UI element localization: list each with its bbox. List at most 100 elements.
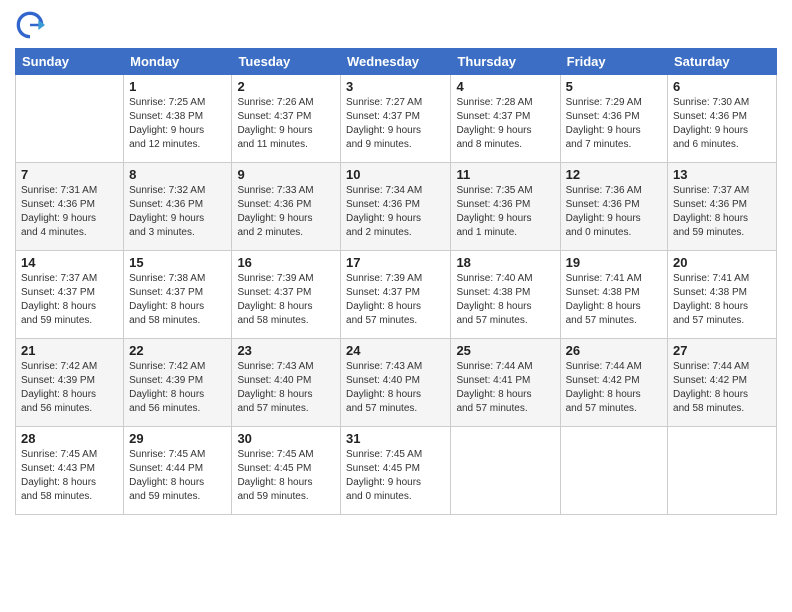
header [15,10,777,40]
col-header-thursday: Thursday [451,49,560,75]
calendar-cell [560,427,667,515]
calendar-cell: 13Sunrise: 7:37 AMSunset: 4:36 PMDayligh… [668,163,777,251]
calendar-cell: 18Sunrise: 7:40 AMSunset: 4:38 PMDayligh… [451,251,560,339]
day-number: 16 [237,255,335,270]
day-number: 22 [129,343,226,358]
day-number: 12 [566,167,662,182]
day-info: Sunrise: 7:39 AMSunset: 4:37 PMDaylight:… [237,272,335,328]
calendar-table: SundayMondayTuesdayWednesdayThursdayFrid… [15,48,777,515]
calendar-cell: 10 Sunrise: 7:34 AMSunset: 4:36 PMDayligh… [341,163,451,251]
calendar-week-row: 7Sunrise: 7:31 AMSunset: 4:36 PMDaylight… [16,163,777,251]
day-number: 30 [237,431,335,446]
day-number: 23 [237,343,335,358]
day-number: 13 [673,167,771,182]
calendar-cell: 6Sunrise: 7:30 AMSunset: 4:36 PMDaylight… [668,75,777,163]
logo [15,10,49,40]
calendar-cell [16,75,124,163]
calendar-cell: 3 Sunrise: 7:27 AMSunset: 4:37 PMDaylight… [341,75,451,163]
day-number: 19 [566,255,662,270]
calendar-cell: 30Sunrise: 7:45 AMSunset: 4:45 PMDayligh… [232,427,341,515]
day-info: Sunrise: 7:35 AMSunset: 4:36 PMDaylight:… [456,184,554,240]
day-info: Sunrise: 7:42 AMSunset: 4:39 PMDaylight:… [129,360,226,416]
day-number: 18 [456,255,554,270]
day-number: 1 [129,79,226,94]
page-container: SundayMondayTuesdayWednesdayThursdayFrid… [0,0,792,612]
calendar-cell: 15 Sunrise: 7:38 AMSunset: 4:37 PMDayligh… [124,251,232,339]
calendar-week-row: 14 Sunrise: 7:37 AMSunset: 4:37 PMDayligh… [16,251,777,339]
col-header-tuesday: Tuesday [232,49,341,75]
calendar-cell: 4 Sunrise: 7:28 AMSunset: 4:37 PMDaylight… [451,75,560,163]
day-info: Sunrise: 7:38 AMSunset: 4:37 PMDaylight:… [129,272,226,328]
day-info: Sunrise: 7:28 AMSunset: 4:37 PMDaylight:… [456,96,554,152]
calendar-cell: 29 Sunrise: 7:45 AMSunset: 4:44 PMDayligh… [124,427,232,515]
calendar-cell: 16 Sunrise: 7:39 AMSunset: 4:37 PMDayligh… [232,251,341,339]
calendar-cell: 21Sunrise: 7:42 AMSunset: 4:39 PMDayligh… [16,339,124,427]
day-number: 8 [129,167,226,182]
calendar-cell: 8 Sunrise: 7:32 AMSunset: 4:36 PMDaylight… [124,163,232,251]
day-info: Sunrise: 7:32 AMSunset: 4:36 PMDaylight:… [129,184,226,240]
calendar-cell: 27 Sunrise: 7:44 AMSunset: 4:42 PMDayligh… [668,339,777,427]
calendar-header-row: SundayMondayTuesdayWednesdayThursdayFrid… [16,49,777,75]
calendar-week-row: 21 Sunrise: 7:42 AMSunset: 4:39 PMDayligh… [16,339,777,427]
calendar-week-row: 1 Sunrise: 7:25 AMSunset: 4:38 PMDaylight… [16,75,777,163]
day-info: Sunrise: 7:41 AMSunset: 4:38 PMDaylight:… [566,272,662,328]
calendar-cell: 19 Sunrise: 7:41 AMSunset: 4:38 PMDayligh… [560,251,667,339]
day-info: Sunrise: 7:34 AMSunset: 4:36 PMDaylight:… [346,184,445,240]
day-number: 25 [456,343,554,358]
day-number: 15 [129,255,226,270]
calendar-cell: 24 Sunrise: 7:43 AMSunset: 4:40 PMDayligh… [341,339,451,427]
day-info: Sunrise: 7:33 AMSunset: 4:36 PMDaylight:… [237,184,335,240]
day-number: 5 [566,79,662,94]
day-number: 26 [566,343,662,358]
day-info: Sunrise: 7:45 AMSunset: 4:44 PMDaylight:… [129,448,226,504]
calendar-cell: 5 Sunrise: 7:29 AMSunset: 4:36 PMDaylight… [560,75,667,163]
calendar-cell: 31 Sunrise: 7:45 AMSunset: 4:45 PMDayligh… [341,427,451,515]
calendar-cell: 23 Sunrise: 7:43 AMSunset: 4:40 PMDayligh… [232,339,341,427]
day-number: 3 [346,79,445,94]
calendar-cell [451,427,560,515]
day-info: Sunrise: 7:29 AMSunset: 4:36 PMDaylight:… [566,96,662,152]
calendar-cell [668,427,777,515]
day-number: 6 [673,79,771,94]
calendar-cell: 28 Sunrise: 7:45 AMSunset: 4:43 PMDayligh… [16,427,124,515]
day-info: Sunrise: 7:44 AMSunset: 4:42 PMDaylight:… [566,360,662,416]
calendar-week-row: 28 Sunrise: 7:45 AMSunset: 4:43 PMDayligh… [16,427,777,515]
day-number: 7 [21,167,118,182]
day-number: 4 [456,79,554,94]
day-number: 10 [346,167,445,182]
day-info: Sunrise: 7:27 AMSunset: 4:37 PMDaylight:… [346,96,445,152]
logo-icon [15,10,45,40]
col-header-monday: Monday [124,49,232,75]
day-info: Sunrise: 7:44 AMSunset: 4:41 PMDaylight:… [456,360,554,416]
calendar-cell: 22 Sunrise: 7:42 AMSunset: 4:39 PMDayligh… [124,339,232,427]
day-number: 24 [346,343,445,358]
calendar-cell: 2 Sunrise: 7:26 AMSunset: 4:37 PMDaylight… [232,75,341,163]
calendar-cell: 9 Sunrise: 7:33 AMSunset: 4:36 PMDaylight… [232,163,341,251]
day-info: Sunrise: 7:36 AMSunset: 4:36 PMDaylight:… [566,184,662,240]
day-info: Sunrise: 7:45 AMSunset: 4:45 PMDaylight:… [346,448,445,504]
day-number: 29 [129,431,226,446]
day-info: Sunrise: 7:25 AMSunset: 4:38 PMDaylight:… [129,96,226,152]
calendar-cell: 25 Sunrise: 7:44 AMSunset: 4:41 PMDayligh… [451,339,560,427]
day-info: Sunrise: 7:37 AMSunset: 4:37 PMDaylight:… [21,272,118,328]
day-number: 14 [21,255,118,270]
calendar-cell: 14 Sunrise: 7:37 AMSunset: 4:37 PMDayligh… [16,251,124,339]
calendar-cell: 11Sunrise: 7:35 AMSunset: 4:36 PMDayligh… [451,163,560,251]
day-info: Sunrise: 7:41 AMSunset: 4:38 PMDaylight:… [673,272,771,328]
day-number: 2 [237,79,335,94]
day-info: Sunrise: 7:43 AMSunset: 4:40 PMDaylight:… [346,360,445,416]
day-info: Sunrise: 7:44 AMSunset: 4:42 PMDaylight:… [673,360,771,416]
calendar-cell: 12 Sunrise: 7:36 AMSunset: 4:36 PMDayligh… [560,163,667,251]
calendar-cell: 7Sunrise: 7:31 AMSunset: 4:36 PMDaylight… [16,163,124,251]
col-header-wednesday: Wednesday [341,49,451,75]
day-info: Sunrise: 7:45 AMSunset: 4:43 PMDaylight:… [21,448,118,504]
day-info: Sunrise: 7:39 AMSunset: 4:37 PMDaylight:… [346,272,445,328]
day-number: 9 [237,167,335,182]
day-number: 28 [21,431,118,446]
day-number: 21 [21,343,118,358]
calendar-cell: 1 Sunrise: 7:25 AMSunset: 4:38 PMDaylight… [124,75,232,163]
day-info: Sunrise: 7:26 AMSunset: 4:37 PMDaylight:… [237,96,335,152]
day-number: 27 [673,343,771,358]
day-number: 31 [346,431,445,446]
day-info: Sunrise: 7:43 AMSunset: 4:40 PMDaylight:… [237,360,335,416]
